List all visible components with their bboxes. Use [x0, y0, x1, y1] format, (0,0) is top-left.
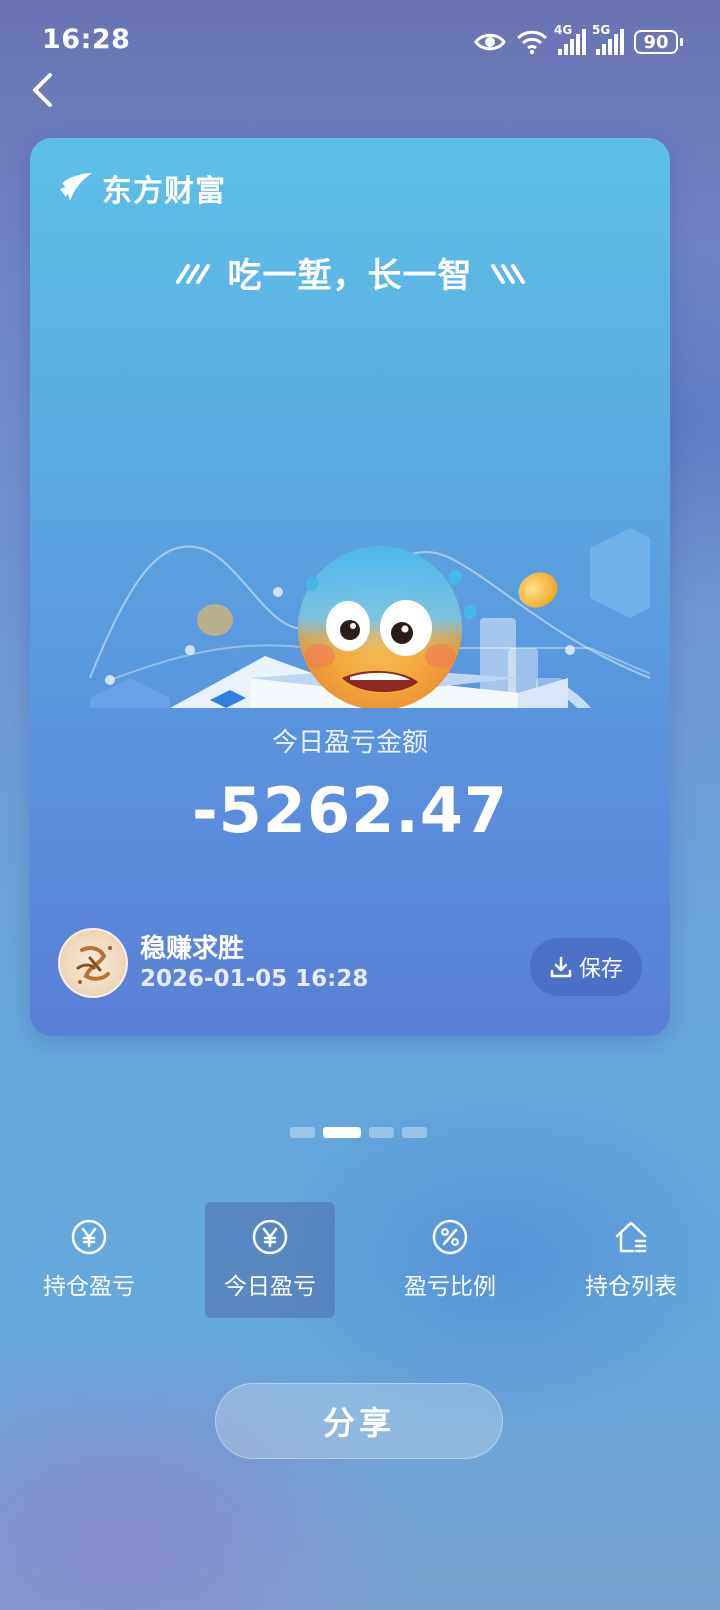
- brand-logo-icon: [60, 173, 92, 201]
- tab-label: 今日盈亏: [224, 1274, 316, 1300]
- download-icon: [550, 956, 572, 978]
- percent-circle-icon: [432, 1219, 468, 1255]
- brand-name: 东方财富: [102, 174, 226, 209]
- avatar: [58, 928, 128, 998]
- slogan-text: 吃一堑，长一智: [227, 256, 473, 296]
- eye-icon: [474, 33, 506, 51]
- yen-circle-icon: [252, 1219, 288, 1255]
- shocked-emoji-gift-box-illustration: [89, 528, 650, 708]
- card-pager: [290, 1127, 427, 1138]
- tab-position-list[interactable]: 持仓列表: [566, 1202, 696, 1318]
- chevron-left-icon: [33, 73, 52, 107]
- save-button[interactable]: 保存: [530, 938, 642, 996]
- status-icons: 4G 5G 90: [474, 23, 683, 58]
- slogan: 吃一堑，长一智: [30, 248, 670, 297]
- pnl-label: 今日盈亏金额: [271, 728, 428, 758]
- pnl-amount: -5262.47: [191, 774, 509, 847]
- brand-logo: 东方财富: [58, 166, 226, 210]
- tab-pnl-ratio[interactable]: 盈亏比例: [385, 1202, 515, 1318]
- status-bar: 16:28 4G 5G 90: [0, 0, 720, 80]
- save-label: 保存: [578, 957, 623, 982]
- house-list-icon: [615, 1221, 647, 1253]
- pager-dot[interactable]: [369, 1127, 394, 1138]
- tab-label: 持仓盈亏: [43, 1274, 135, 1300]
- pager-dot[interactable]: [290, 1127, 315, 1138]
- share-label: 分享: [322, 1404, 395, 1442]
- tab-today-pnl[interactable]: 今日盈亏: [205, 1202, 335, 1318]
- username: 稳赚求胜: [140, 934, 245, 964]
- timestamp: 2026-01-05 16:28: [140, 966, 369, 992]
- cellular-signal-icon-1: 4G: [554, 23, 586, 55]
- pnl-share-card: 东方财富 吃一堑，长一智 今日盈亏金额 -5262.47 稳赚求胜 2026-0…: [30, 138, 670, 1036]
- card-type-tabs: 持仓盈亏 今日盈亏 盈亏比例 持仓列表: [0, 1202, 720, 1320]
- battery-level: 90: [643, 31, 669, 53]
- pager-dot-active[interactable]: [323, 1127, 361, 1138]
- network-type-label: 5G: [592, 23, 611, 37]
- back-button[interactable]: [22, 70, 62, 110]
- share-button[interactable]: 分享: [215, 1383, 503, 1459]
- wifi-icon: [516, 30, 548, 55]
- battery-icon: 90: [634, 30, 683, 54]
- tab-label: 持仓列表: [585, 1274, 677, 1300]
- network-type-label: 4G: [554, 23, 573, 37]
- slash-decoration-icon: [490, 263, 525, 284]
- tab-position-pnl[interactable]: 持仓盈亏: [24, 1202, 154, 1318]
- avatar-calligraphy-image: [76, 946, 112, 984]
- tab-label: 盈亏比例: [404, 1274, 496, 1300]
- cellular-signal-icon-2: 5G: [592, 23, 624, 55]
- pager-dot[interactable]: [402, 1127, 427, 1138]
- slash-decoration-icon: [175, 263, 210, 284]
- status-time: 16:28: [42, 24, 131, 55]
- yen-circle-icon: [71, 1219, 107, 1255]
